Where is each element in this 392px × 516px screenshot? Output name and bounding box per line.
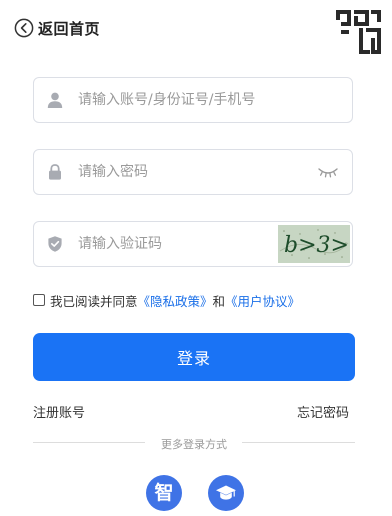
captcha-text: b>3>: [284, 233, 349, 258]
forgot-password-link[interactable]: 忘记密码: [297, 402, 349, 421]
captcha-field: b>3>: [33, 221, 353, 267]
login-button[interactable]: 登录: [33, 333, 355, 381]
circle-chevron-left-icon: [14, 18, 34, 38]
divider-left: [33, 442, 145, 443]
agreement-text: 我已阅读并同意: [50, 293, 138, 309]
agreement-checkbox[interactable]: [33, 294, 45, 306]
account-input[interactable]: [78, 78, 338, 122]
eye-closed-icon[interactable]: [316, 164, 340, 180]
captcha-image[interactable]: b>3>: [278, 225, 350, 263]
more-login-label: 更多登录方式: [161, 438, 227, 451]
password-input[interactable]: [78, 150, 298, 194]
back-home-link[interactable]: 返回首页: [14, 16, 100, 40]
user-icon: [46, 91, 64, 109]
back-home-label: 返回首页: [38, 19, 101, 38]
password-field: [33, 149, 353, 195]
agreement-conjunction: 和: [212, 293, 226, 309]
edu-login-button[interactable]: [208, 475, 244, 511]
zhi-login-button[interactable]: 智: [146, 475, 182, 511]
agreement-row: 我已阅读并同意 《隐私政策》 和 《用户协议》: [33, 291, 300, 309]
user-agreement-link[interactable]: 《用户协议》: [225, 291, 300, 310]
lock-icon: [46, 163, 64, 181]
qr-code-icon: [335, 8, 383, 56]
shield-check-icon: [46, 235, 64, 253]
privacy-policy-link[interactable]: 《隐私政策》: [138, 291, 213, 310]
qr-login-toggle[interactable]: [335, 8, 383, 56]
divider-right: [242, 442, 355, 443]
zhi-login-icon: 智: [154, 481, 174, 504]
captcha-input[interactable]: [78, 222, 258, 266]
register-link[interactable]: 注册账号: [33, 402, 85, 421]
graduation-cap-icon: [215, 482, 237, 504]
account-field: [33, 77, 353, 123]
